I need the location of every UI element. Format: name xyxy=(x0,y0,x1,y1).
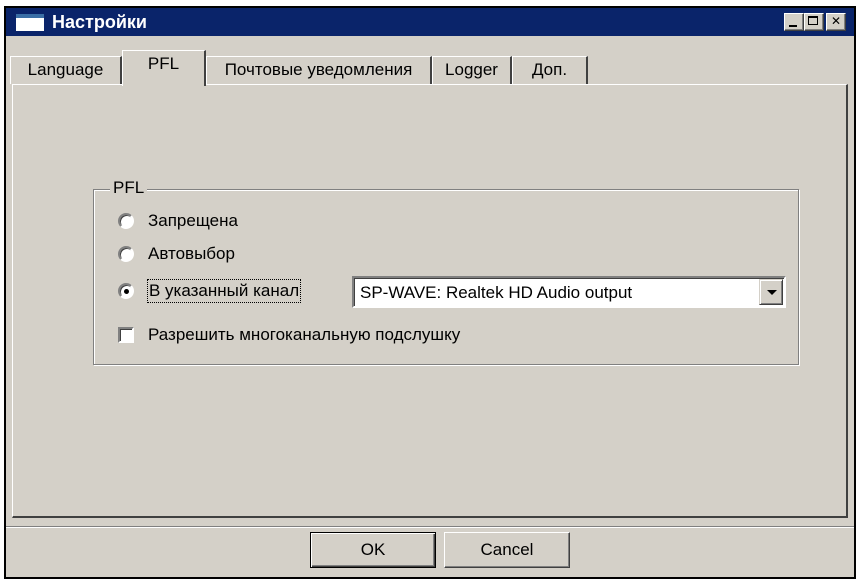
tab-mail-notifications[interactable]: Почтовые уведомления xyxy=(206,56,432,84)
window-title: Настройки xyxy=(52,12,147,32)
multichannel-checkbox[interactable] xyxy=(118,327,134,343)
radio-specified-channel[interactable] xyxy=(118,283,134,299)
close-button[interactable]: ✕ xyxy=(826,13,846,31)
maximize-button[interactable] xyxy=(804,13,824,31)
minimize-button[interactable] xyxy=(784,13,804,31)
radio-disabled[interactable] xyxy=(118,213,134,229)
channel-select[interactable]: SP-WAVE: Realtek HD Audio output xyxy=(352,276,786,308)
radio-auto[interactable] xyxy=(118,246,134,262)
channel-select-value: SP-WAVE: Realtek HD Audio output xyxy=(360,283,633,302)
cancel-button[interactable]: Cancel xyxy=(444,532,570,568)
settings-window: Настройки ✕ Language PFL Почтовые уведом… xyxy=(4,6,856,579)
button-separator xyxy=(6,526,854,528)
tab-language[interactable]: Language xyxy=(10,56,122,84)
pfl-group-legend: PFL xyxy=(110,177,148,199)
tab-pfl[interactable]: PFL xyxy=(122,50,206,86)
tab-extra[interactable]: Доп. xyxy=(512,56,588,84)
radio-auto-label: Автовыбор xyxy=(148,244,235,263)
multichannel-checkbox-label: Разрешить многоканальную подслушку xyxy=(148,325,461,344)
pfl-tab-panel: PFL Запрещена Автовыбор В указанный кана… xyxy=(12,84,848,518)
ok-button[interactable]: OK xyxy=(310,532,436,568)
tab-logger[interactable]: Logger xyxy=(432,56,512,84)
pfl-groupbox: PFL Запрещена Автовыбор В указанный кана… xyxy=(93,177,799,365)
chevron-down-icon[interactable] xyxy=(759,279,783,305)
tab-strip: Language PFL Почтовые уведомления Logger… xyxy=(6,42,854,86)
radio-disabled-label: Запрещена xyxy=(148,211,238,230)
window-icon xyxy=(16,14,44,31)
radio-specified-channel-label: В указанный канал xyxy=(146,279,302,303)
title-bar[interactable]: Настройки ✕ xyxy=(6,8,854,36)
